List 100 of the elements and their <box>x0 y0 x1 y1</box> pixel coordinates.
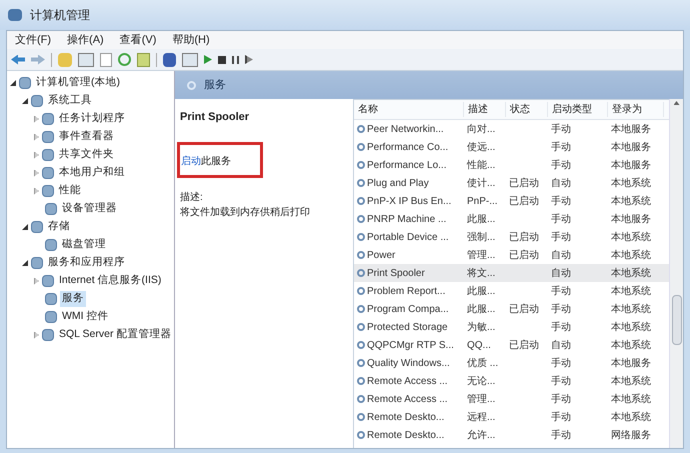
table-cell-text: Plug and Play <box>367 176 429 190</box>
column-header[interactable]: 登录为 <box>608 102 664 117</box>
table-row[interactable]: Remote Deskto... 远程... 手动 本地系统 <box>354 408 669 426</box>
table-cell-text: 手动 <box>551 230 571 244</box>
table-row[interactable]: Problem Report... 此服... 手动 本地系统 <box>354 282 669 300</box>
panel-title: 服务 <box>204 78 226 93</box>
table-row[interactable]: Quality Windows... 优质 ... 手动 本地服务 <box>354 354 669 372</box>
menu-item[interactable]: 文件(F) <box>15 32 52 48</box>
table-row[interactable]: Power 管理... 已启动 自动 本地系统 <box>354 246 669 264</box>
tree-item[interactable]: 性能 <box>57 183 83 199</box>
tree-item[interactable]: 共享文件夹 <box>57 147 116 163</box>
tree-item[interactable]: 存储 <box>46 219 72 235</box>
tree-item[interactable]: 服务和应用程序 <box>46 255 127 271</box>
tree-item[interactable]: 设备管理器 <box>60 201 119 217</box>
tree-item[interactable]: SQL Server 配置管理器 <box>57 327 174 343</box>
table-cell-text: 本地系统 <box>611 392 651 406</box>
stop-icon[interactable] <box>218 56 226 64</box>
table-cell-text: 将文... <box>467 266 496 280</box>
table-cell-text: 自动 <box>551 266 571 280</box>
pause-icon[interactable] <box>232 56 239 64</box>
service-icon <box>357 179 365 187</box>
service-action-text: 启动此服务 <box>181 156 231 166</box>
table-cell-text: 本地系统 <box>611 248 651 262</box>
table-cell-text: Quality Windows... <box>367 356 450 370</box>
table-row[interactable]: Portable Device ... 强制... 已启动 手动 本地系统 <box>354 228 669 246</box>
table-cell-text: 手动 <box>551 140 571 154</box>
menu-item[interactable]: 查看(V) <box>120 32 156 48</box>
menu-item[interactable]: 操作(A) <box>67 32 104 48</box>
table-row[interactable]: Remote Deskto... 允许... 手动 网络服务 <box>354 426 669 444</box>
table-cell-text: 本地服务 <box>611 356 651 370</box>
table-cell-text: Remote Deskto... <box>367 410 444 424</box>
tree-item[interactable]: 本地用户和组 <box>57 165 127 181</box>
table-cell-text: 手动 <box>551 428 571 442</box>
table-cell-text: 手动 <box>551 302 571 316</box>
column-header[interactable]: 启动类型 <box>548 102 608 117</box>
column-header[interactable]: 状态 <box>506 102 548 117</box>
table-row[interactable]: Remote Access ... 管理... 手动 本地系统 <box>354 390 669 408</box>
table-cell-text: 已启动 <box>509 248 539 262</box>
menu-item[interactable]: 帮助(H) <box>172 32 210 48</box>
tree-item[interactable]: 事件查看器 <box>57 129 116 145</box>
column-header[interactable]: 名称 <box>354 102 464 117</box>
table-cell-text: 手动 <box>551 158 571 172</box>
service-icon <box>357 395 365 403</box>
table-row[interactable]: PNRP Machine ... 此服... 手动 本地服务 <box>354 210 669 228</box>
table-cell-text: QQ... <box>467 338 491 352</box>
table-cell-text: 本地系统 <box>611 194 651 208</box>
table-cell-text: 已启动 <box>509 194 539 208</box>
service-icon <box>357 215 365 223</box>
table-cell-text: 管理... <box>467 392 496 406</box>
tree-item[interactable]: Internet 信息服务(IIS) <box>57 273 164 289</box>
table-row[interactable]: QQPCMgr RTP S... QQ... 已启动 自动 本地系统 <box>354 336 669 354</box>
service-icon <box>357 431 365 439</box>
table-cell-text: 本地系统 <box>611 302 651 316</box>
table-row[interactable]: Performance Lo... 性能... 手动 本地服务 <box>354 156 669 174</box>
table-cell-text: 手动 <box>551 356 571 370</box>
start-link[interactable]: 启动 <box>181 156 201 166</box>
table-cell-text: Portable Device ... <box>367 230 449 244</box>
service-icon <box>357 269 365 277</box>
table-row[interactable]: Remote Access ... 无论... 手动 本地系统 <box>354 372 669 390</box>
table-cell-text: 手动 <box>551 284 571 298</box>
table-cell-text: 本地系统 <box>611 320 651 334</box>
table-cell-text: 本地服务 <box>611 212 651 226</box>
table-cell-text: 向对... <box>467 122 496 136</box>
table-cell-text: 性能... <box>467 158 496 172</box>
table-row[interactable]: Peer Networkin... 向对... 手动 本地服务 <box>354 120 669 138</box>
resume-icon[interactable] <box>245 55 253 64</box>
table-row[interactable]: Protected Storage 为敏... 手动 本地系统 <box>354 318 669 336</box>
table-cell-text: 手动 <box>551 320 571 334</box>
table-row[interactable]: Performance Co... 使远... 手动 本地服务 <box>354 138 669 156</box>
table-cell-text: 已启动 <box>509 176 539 190</box>
table-cell-text: 本地系统 <box>611 230 651 244</box>
table-row[interactable]: Program Compa... 此服... 已启动 手动 本地系统 <box>354 300 669 318</box>
forward-icon[interactable] <box>31 54 45 64</box>
table-cell-text: Problem Report... <box>367 284 446 298</box>
table-cell-text: 网络服务 <box>611 428 651 442</box>
table-cell-text: Program Compa... <box>367 302 449 316</box>
tree-item[interactable]: 磁盘管理 <box>60 237 108 253</box>
tree-item[interactable]: WMI 控件 <box>60 309 110 325</box>
table-row[interactable]: Plug and Play 使计... 已启动 自动 本地系统 <box>354 174 669 192</box>
tree-item[interactable]: 任务计划程序 <box>57 111 127 127</box>
table-cell-text: 本地服务 <box>611 140 651 154</box>
scroll-thumb[interactable] <box>672 295 682 345</box>
service-icon <box>357 125 365 133</box>
tree-item[interactable]: 计算机管理(本地) <box>34 75 122 91</box>
service-icon <box>357 287 365 295</box>
service-icon <box>357 323 365 331</box>
table-cell-text: 本地系统 <box>611 176 651 190</box>
table-cell-text: 此服... <box>467 212 496 226</box>
table-cell-text: Protected Storage <box>367 320 448 334</box>
table-cell-text: 已启动 <box>509 230 539 244</box>
table-cell-text: 手动 <box>551 122 571 136</box>
column-header[interactable]: 描述 <box>464 102 506 117</box>
table-row[interactable]: Print Spooler 将文... 自动 本地系统 <box>354 264 669 282</box>
table-cell-text: Remote Access ... <box>367 374 448 388</box>
back-icon[interactable] <box>11 54 25 64</box>
table-cell-text: 本地系统 <box>611 410 651 424</box>
table-row[interactable]: PnP-X IP Bus En... PnP-... 已启动 手动 本地系统 <box>354 192 669 210</box>
tree-item[interactable]: 系统工具 <box>46 93 94 109</box>
tree-item[interactable]: 服务 <box>60 291 86 307</box>
play-icon[interactable] <box>204 55 212 64</box>
